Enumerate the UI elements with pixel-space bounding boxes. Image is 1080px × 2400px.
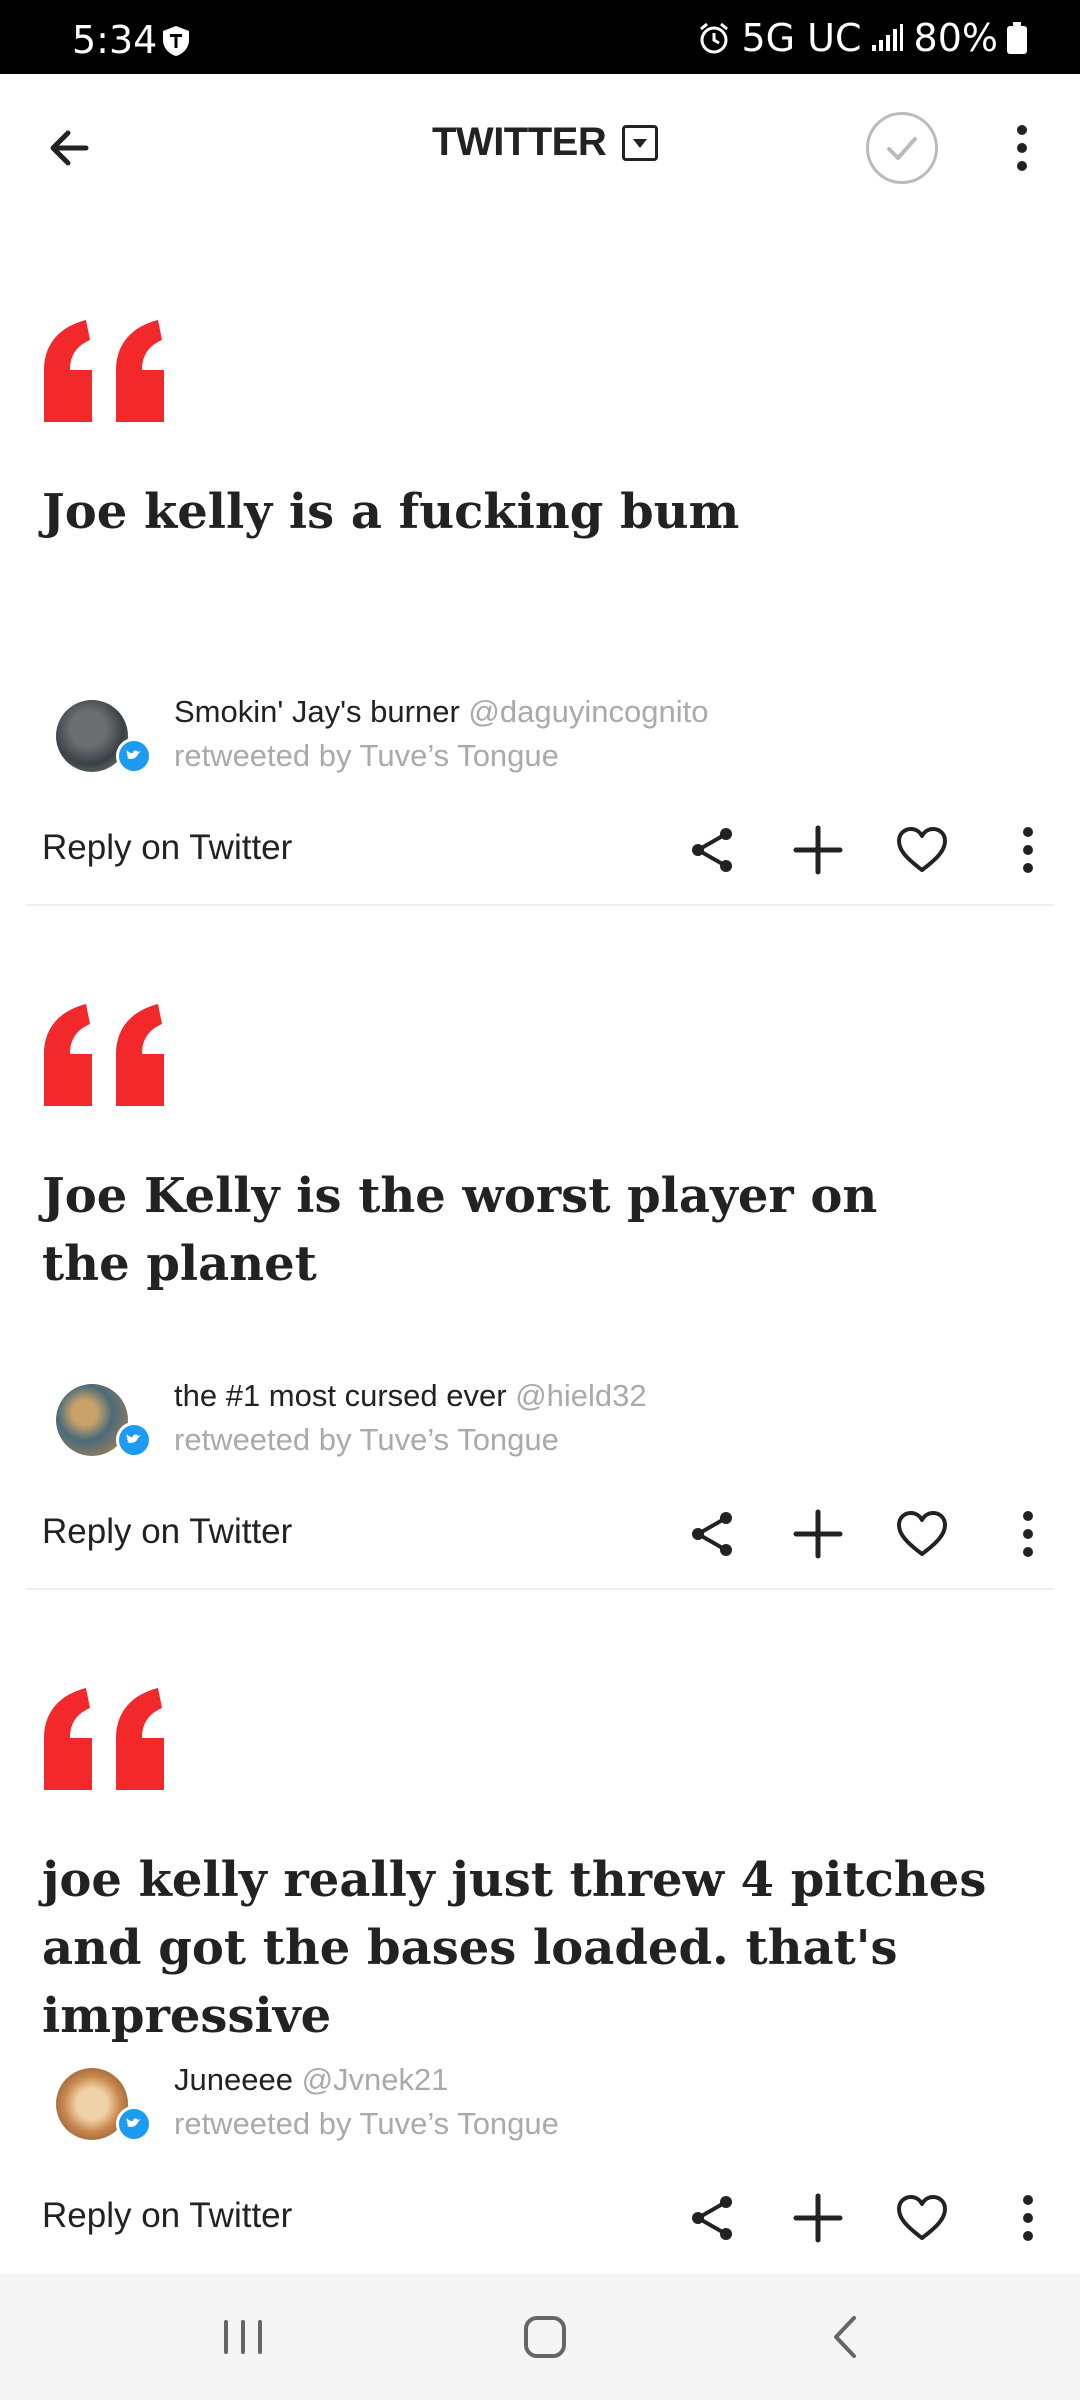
- system-nav-bar: [0, 2274, 1080, 2400]
- twitter-badge-icon: [116, 1422, 152, 1458]
- check-circle-icon[interactable]: [866, 112, 938, 184]
- recent-apps-icon[interactable]: [210, 2304, 276, 2370]
- page-title: TWITTER: [432, 120, 607, 164]
- author-handle: @daguyincognito: [468, 694, 709, 729]
- share-icon[interactable]: [682, 2188, 742, 2248]
- more-vertical-icon[interactable]: [1000, 118, 1044, 178]
- signal-icon: [871, 24, 903, 51]
- add-icon[interactable]: [788, 2188, 848, 2248]
- quote-mark-icon: [44, 1004, 164, 1106]
- author-name: Juneeee: [174, 2062, 293, 2097]
- dropdown-icon[interactable]: [622, 124, 659, 161]
- author-name: Smokin' Jay's burner: [174, 694, 460, 729]
- share-icon[interactable]: [682, 820, 742, 880]
- more-vertical-icon[interactable]: [998, 1504, 1058, 1564]
- retweeted-by: retweeted by Tuve’s Tongue: [174, 2106, 559, 2141]
- retweeted-by: retweeted by Tuve’s Tongue: [174, 738, 559, 773]
- more-vertical-icon[interactable]: [998, 820, 1058, 880]
- alarm-icon: [700, 22, 729, 54]
- retweeted-by: retweeted by Tuve’s Tongue: [174, 1422, 559, 1457]
- status-bar: 5:34 5G UC 80%: [0, 0, 1080, 74]
- tweet-text: Joe kelly is a fucking bum: [42, 484, 740, 540]
- heart-icon[interactable]: [892, 2188, 952, 2248]
- author-handle: @Jvnek21: [301, 2062, 449, 2097]
- network-label: 5G UC: [741, 16, 862, 60]
- back-icon[interactable]: [814, 2304, 880, 2370]
- heart-icon[interactable]: [892, 820, 952, 880]
- reply-on-twitter-link[interactable]: Reply on Twitter: [42, 828, 292, 868]
- tweet-author[interactable]: Juneeee @Jvnek21: [174, 2062, 449, 2098]
- feed-title-selector[interactable]: TWITTER: [432, 120, 659, 165]
- more-vertical-icon[interactable]: [998, 2188, 1058, 2248]
- quote-mark-icon: [44, 320, 164, 422]
- author-name: the #1 most cursed ever: [174, 1378, 507, 1413]
- tweet-author[interactable]: Smokin' Jay's burner @daguyincognito: [174, 694, 708, 730]
- tweet-author[interactable]: the #1 most cursed ever @hield32: [174, 1378, 647, 1414]
- back-arrow-icon[interactable]: [40, 118, 100, 178]
- reply-on-twitter-link[interactable]: Reply on Twitter: [42, 1512, 292, 1552]
- twitter-badge-icon: [116, 2106, 152, 2142]
- divider: [26, 1588, 1054, 1590]
- divider: [26, 904, 1054, 906]
- tweet-text: joe kelly really just threw 4 pitches an…: [42, 1852, 987, 2044]
- reply-on-twitter-link[interactable]: Reply on Twitter: [42, 2196, 292, 2236]
- quote-mark-icon: [44, 1688, 164, 1790]
- add-icon[interactable]: [788, 1504, 848, 1564]
- heart-icon[interactable]: [892, 1504, 952, 1564]
- author-handle: @hield32: [515, 1378, 647, 1413]
- battery-icon: [1007, 22, 1027, 54]
- share-icon[interactable]: [682, 1504, 742, 1564]
- twitter-badge-icon: [116, 738, 152, 774]
- carrier-shield-icon: [163, 26, 189, 56]
- battery-label: 80%: [913, 16, 998, 60]
- status-time: 5:34: [72, 18, 158, 62]
- home-icon[interactable]: [512, 2304, 578, 2370]
- top-app-bar: TWITTER: [0, 74, 1080, 222]
- add-icon[interactable]: [788, 820, 848, 880]
- tweet-text: Joe Kelly is the worst player on the pla…: [42, 1168, 878, 1292]
